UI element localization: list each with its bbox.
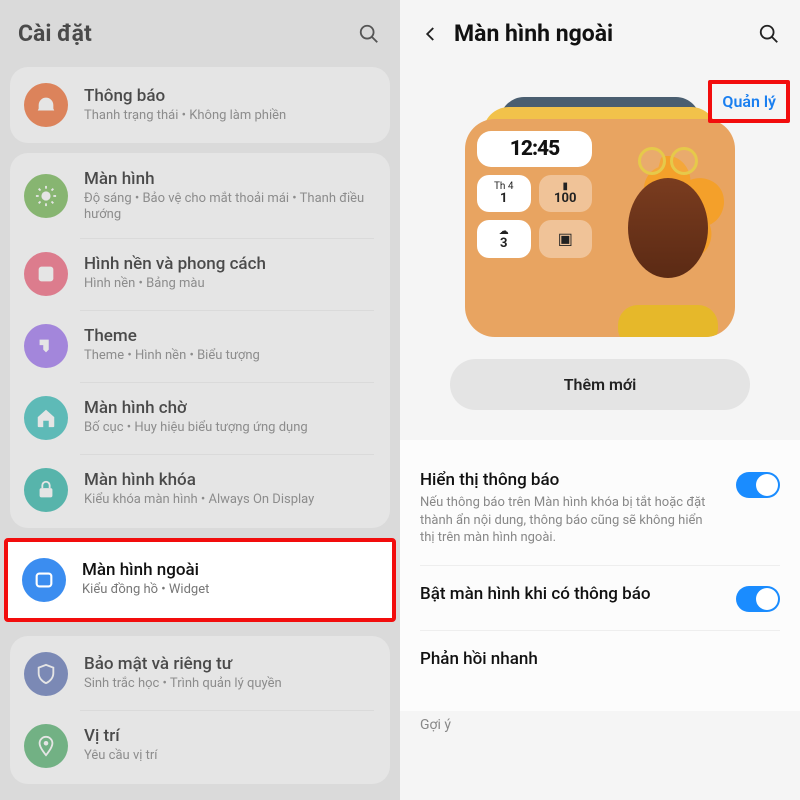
opt-label: Bật màn hình khi có thông báo	[420, 584, 651, 604]
cover-title: Màn hình ngoài	[454, 20, 746, 47]
opt-label: Hiển thị thông báo	[420, 470, 716, 490]
dog-image	[600, 119, 735, 337]
settings-title: Cài đặt	[18, 20, 346, 47]
search-icon[interactable]	[756, 21, 782, 47]
row-privacy[interactable]: Bảo mật và riêng tư Sinh trắc học • Trình…	[10, 638, 390, 710]
row-theme[interactable]: Theme Theme • Hình nền • Biểu tượng	[10, 310, 390, 382]
row-cover-screen[interactable]: Màn hình ngoài Kiểu đồng hồ • Widget	[8, 544, 392, 616]
tip-label: Gợi ý	[400, 717, 800, 733]
add-new-button[interactable]: Thêm mới	[450, 359, 750, 410]
row-label: Thông báo	[84, 86, 286, 106]
row-sub: Theme • Hình nền • Biểu tượng	[84, 348, 260, 364]
row-label: Hình nền và phong cách	[84, 254, 266, 274]
date-tile: Th 4 1	[477, 175, 531, 212]
manage-highlight: Quản lý	[708, 80, 790, 123]
toggle-on[interactable]	[736, 472, 780, 498]
row-sub: Hình nền • Bảng màu	[84, 276, 266, 292]
row-label: Bảo mật và riêng tư	[84, 654, 282, 674]
manage-link[interactable]: Quản lý	[722, 92, 776, 111]
opt-sub: Nếu thông báo trên Màn hình khóa bị tắt …	[420, 494, 716, 547]
row-sub: Độ sáng • Bảo vệ cho mắt thoải mái • Tha…	[84, 191, 376, 224]
cover-preview[interactable]: 12:45 Th 4 1 ▮ 100 ☁3	[465, 97, 735, 337]
row-label: Màn hình khóa	[84, 470, 314, 490]
battery-tile: ▮ 100	[539, 175, 593, 212]
row-location[interactable]: Vị trí Yêu cầu vị trí	[10, 710, 390, 782]
row-label: Màn hình	[84, 169, 376, 189]
toggle-on[interactable]	[736, 586, 780, 612]
shield-icon	[24, 652, 68, 696]
row-label: Màn hình chờ	[84, 398, 308, 418]
row-label: Vị trí	[84, 726, 158, 746]
sun-icon	[24, 174, 68, 218]
row-label: Theme	[84, 326, 260, 346]
row-display[interactable]: Màn hìnhĐộ sáng • Bảo vệ cho mắt thoải m…	[10, 155, 390, 238]
brush-icon	[24, 324, 68, 368]
row-cover-card: Màn hình ngoài Kiểu đồng hồ • Widget	[4, 538, 396, 622]
image-icon	[24, 252, 68, 296]
row-sub: Yêu cầu vị trí	[84, 748, 158, 764]
back-icon[interactable]	[418, 21, 444, 47]
row-sub: Kiểu khóa màn hình • Always On Display	[84, 492, 314, 508]
row-label: Màn hình ngoài	[82, 560, 209, 580]
row-sub: Thanh trạng thái • Không làm phiền	[84, 108, 286, 124]
home-icon	[24, 396, 68, 440]
row-sub: Bố cục • Huy hiệu biểu tượng ứng dụng	[84, 420, 308, 436]
row-notifications[interactable]: Thông báo Thanh trạng thái • Không làm p…	[10, 69, 390, 141]
opt-wake-on-notif[interactable]: Bật màn hình khi có thông báo	[420, 565, 780, 630]
bell-icon	[24, 83, 68, 127]
row-home[interactable]: Màn hình chờ Bố cục • Huy hiệu biểu tượng…	[10, 382, 390, 454]
opt-label: Phản hồi nhanh	[420, 649, 538, 669]
camera-tile: ▣	[539, 220, 593, 257]
search-icon[interactable]	[356, 21, 382, 47]
row-sub: Kiểu đồng hồ • Widget	[82, 582, 209, 598]
clock-widget: 12:45	[477, 131, 592, 167]
row-wallpaper[interactable]: Hình nền và phong cách Hình nền • Bảng mà…	[10, 238, 390, 310]
opt-show-notifications[interactable]: Hiển thị thông báo Nếu thông báo trên Mà…	[420, 452, 780, 565]
pin-icon	[24, 724, 68, 768]
lock-icon	[24, 468, 68, 512]
cover-icon	[22, 558, 66, 602]
row-lock[interactable]: Màn hình khóa Kiểu khóa màn hình • Always…	[10, 454, 390, 526]
opt-quick-reply[interactable]: Phản hồi nhanh	[420, 630, 780, 687]
row-sub: Sinh trắc học • Trình quản lý quyền	[84, 676, 282, 692]
weather-tile: ☁3	[477, 220, 531, 257]
